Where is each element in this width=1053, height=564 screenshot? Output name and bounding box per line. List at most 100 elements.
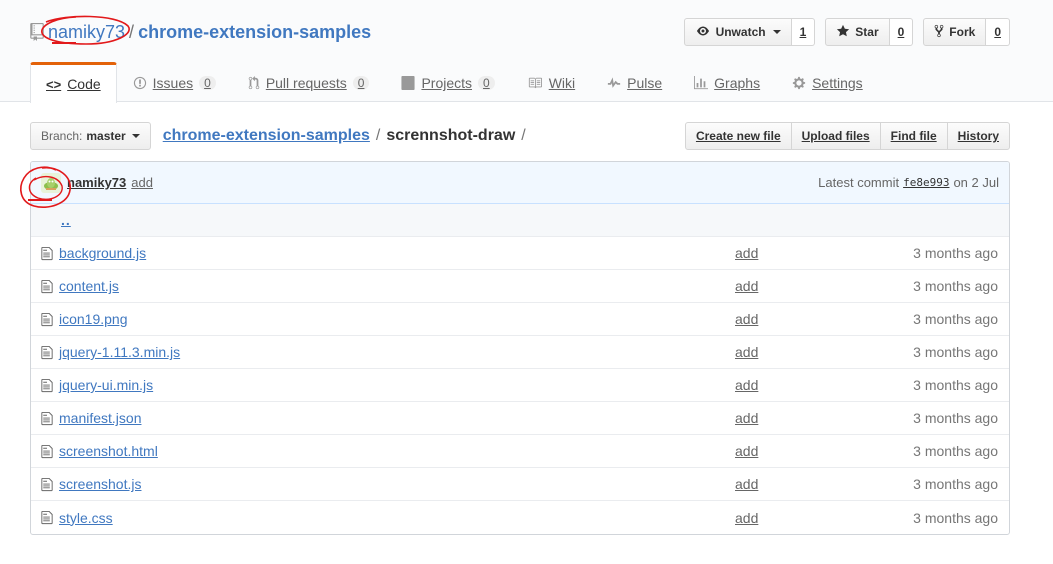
- upload-files-button[interactable]: Upload files: [790, 122, 881, 150]
- branch-label: Branch:: [41, 129, 83, 143]
- table-row: manifest.json add 3 months ago: [31, 402, 1009, 435]
- file-icon: [41, 246, 57, 261]
- star-button[interactable]: Star: [825, 18, 890, 46]
- tab-label: Pull requests: [265, 75, 347, 91]
- tab-counter: 0: [199, 76, 216, 90]
- repo-actions: Unwatch 1 Star 0 Fork 0: [683, 18, 1010, 46]
- file-navigation: Branch: master chrome-extension-samples …: [30, 121, 1010, 151]
- latest-commit-label: Latest commit: [818, 175, 900, 190]
- tab-issues[interactable]: Issues 0: [117, 62, 232, 103]
- tab-pulse[interactable]: Pulse: [591, 62, 678, 103]
- file-table: namiky73 add Latest commit fe8e993 on 2 …: [30, 161, 1010, 535]
- file-name-link[interactable]: jquery-1.11.3.min.js: [59, 344, 699, 360]
- file-commit-message-link[interactable]: add: [699, 510, 899, 526]
- file-commit-message-link[interactable]: add: [699, 377, 899, 393]
- file-age: 3 months ago: [913, 443, 998, 459]
- file-commit-message-link[interactable]: add: [699, 410, 899, 426]
- star-label: Star: [855, 25, 879, 39]
- tab-projects[interactable]: Projects 0: [385, 62, 510, 103]
- file-age: 3 months ago: [913, 311, 998, 327]
- commit-date: on 2 Jul: [953, 175, 999, 190]
- unwatch-label: Unwatch: [715, 25, 766, 39]
- watch-count[interactable]: 1: [791, 18, 816, 46]
- file-age: 3 months ago: [913, 476, 998, 492]
- tab-pull-requests[interactable]: Pull requests 0: [232, 62, 386, 103]
- file-commit-message-link[interactable]: add: [699, 278, 899, 294]
- breadcrumb-root-link[interactable]: chrome-extension-samples: [163, 127, 370, 145]
- file-commit-message-link[interactable]: add: [699, 245, 899, 261]
- file-name-link[interactable]: style.css: [59, 510, 699, 526]
- breadcrumb: chrome-extension-samples / scrennshot-dr…: [163, 127, 532, 145]
- repo-nav-tabs: <> Code Issues 0 Pull requests 0 Project…: [30, 62, 879, 103]
- branch-value: master: [86, 129, 126, 143]
- fork-count[interactable]: 0: [986, 18, 1010, 46]
- file-commit-message-link[interactable]: add: [699, 476, 899, 492]
- find-file-button[interactable]: Find file: [879, 122, 948, 150]
- file-name-link[interactable]: icon19.png: [59, 311, 699, 327]
- create-new-file-button[interactable]: Create new file: [684, 122, 792, 150]
- avatar-image: [44, 177, 58, 190]
- up-tree-link[interactable]: ..: [61, 212, 71, 228]
- file-icon: [41, 510, 57, 525]
- repo-name-link[interactable]: chrome-extension-samples: [138, 22, 371, 43]
- table-row: jquery-1.11.3.min.js add 3 months ago: [31, 336, 1009, 369]
- caret-down-icon: [772, 30, 781, 34]
- repo-icon: [30, 23, 44, 41]
- code-icon: <>: [46, 76, 62, 92]
- file-name-link[interactable]: screenshot.js: [59, 476, 699, 492]
- file-icon: [41, 312, 57, 327]
- file-commit-message-link[interactable]: add: [699, 443, 899, 459]
- latest-commit-bar: namiky73 add Latest commit fe8e993 on 2 …: [31, 162, 1009, 204]
- file-icon: [41, 279, 57, 294]
- star-count[interactable]: 0: [889, 18, 914, 46]
- file-age: 3 months ago: [913, 344, 998, 360]
- fork-label: Fork: [949, 25, 976, 39]
- star-group: Star 0: [825, 18, 914, 46]
- breadcrumb-current: scrennshot-draw: [386, 127, 516, 144]
- pulse-icon: [607, 76, 621, 90]
- fork-button[interactable]: Fork: [923, 18, 987, 46]
- issue-icon: [133, 76, 147, 90]
- file-commit-message-link[interactable]: add: [699, 344, 899, 360]
- table-row: background.js add 3 months ago: [31, 237, 1009, 270]
- tab-counter: 0: [478, 76, 495, 90]
- tab-wiki[interactable]: Wiki: [511, 62, 591, 103]
- history-button[interactable]: History: [946, 122, 1010, 150]
- repo-title: namiky73 / chrome-extension-samples: [30, 20, 371, 44]
- file-age: 3 months ago: [913, 509, 998, 526]
- file-icon: [41, 411, 57, 426]
- commit-message-link[interactable]: add: [131, 175, 153, 190]
- eye-icon: [695, 25, 711, 40]
- table-row: jquery-ui.min.js add 3 months ago: [31, 369, 1009, 402]
- fork-group: Fork 0: [923, 18, 1010, 46]
- book-icon: [527, 76, 543, 90]
- table-row: screenshot.html add 3 months ago: [31, 435, 1009, 468]
- repo-owner-link[interactable]: namiky73: [48, 22, 125, 43]
- tab-graphs[interactable]: Graphs: [678, 62, 776, 103]
- tab-settings[interactable]: Settings: [776, 62, 879, 103]
- avatar[interactable]: [41, 172, 61, 193]
- breadcrumb-separator: /: [375, 127, 381, 144]
- unwatch-button[interactable]: Unwatch: [683, 18, 792, 46]
- tab-code[interactable]: <> Code: [30, 62, 117, 103]
- file-name-link[interactable]: content.js: [59, 278, 699, 294]
- repo-header: namiky73 / chrome-extension-samples Unwa…: [0, 0, 1053, 103]
- file-name-link[interactable]: manifest.json: [59, 410, 699, 426]
- file-name-link[interactable]: jquery-ui.min.js: [59, 377, 699, 393]
- tab-label: Issues: [152, 75, 194, 91]
- file-name-link[interactable]: background.js: [59, 245, 699, 261]
- file-icon: [41, 477, 57, 492]
- tab-label: Wiki: [548, 75, 576, 91]
- caret-down-icon: [131, 134, 140, 138]
- graph-icon: [694, 76, 709, 90]
- file-name-link[interactable]: screenshot.html: [59, 443, 699, 459]
- watch-group: Unwatch 1: [683, 18, 816, 46]
- file-icon: [41, 345, 57, 360]
- file-commit-message-link[interactable]: add: [699, 311, 899, 327]
- tab-label: Code: [67, 76, 101, 92]
- branch-select-button[interactable]: Branch: master: [30, 122, 151, 150]
- repo-title-separator: /: [129, 21, 135, 42]
- commit-sha-link[interactable]: fe8e993: [903, 176, 949, 189]
- file-age: 3 months ago: [913, 245, 998, 261]
- commit-author-link[interactable]: namiky73: [67, 175, 126, 190]
